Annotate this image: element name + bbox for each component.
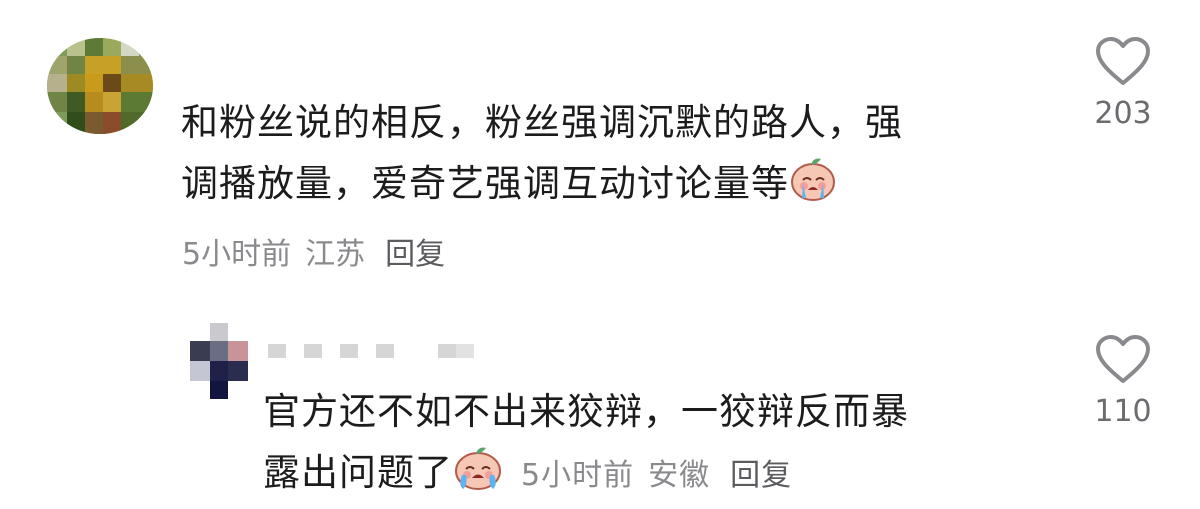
- like-count: 203: [1094, 96, 1152, 131]
- like-button[interactable]: 110: [1083, 334, 1163, 429]
- comment-text-line: 调播放量，爱奇艺强调互动讨论量等: [181, 153, 1051, 220]
- comment-time: 5小时前: [182, 237, 292, 272]
- comment-location: 江苏: [305, 237, 366, 272]
- crying-face-emoji: [453, 445, 503, 509]
- comment-location: 安徽: [648, 458, 711, 493]
- avatar[interactable]: [47, 38, 153, 134]
- avatar[interactable]: [190, 323, 248, 399]
- comment-text-line: 露出问题了 5小时前 安徽 回复: [263, 442, 1063, 509]
- username-obscured[interactable]: [268, 344, 478, 358]
- comment-time: 5小时前: [521, 458, 635, 493]
- comment-text: 官方还不如不出来狡辩，一狡辩反而暴 露出问题了 5小时前 安徽 回复: [263, 381, 1063, 509]
- heart-icon[interactable]: [1095, 334, 1151, 386]
- heart-icon[interactable]: [1095, 36, 1151, 88]
- reply-button[interactable]: 回复: [730, 458, 792, 493]
- comment-meta: 5小时前 江苏 回复: [182, 229, 459, 273]
- like-count: 110: [1094, 394, 1152, 429]
- comment-text-line: 官方还不如不出来狡辩，一狡辩反而暴: [263, 390, 909, 433]
- like-button[interactable]: 203: [1083, 36, 1163, 131]
- comment-text-line: 和粉丝说的相反，粉丝强调沉默的路人，强: [181, 101, 903, 144]
- crying-face-emoji: [789, 156, 837, 220]
- comment-meta: 5小时前 安徽 回复: [521, 458, 806, 493]
- reply-button[interactable]: 回复: [385, 237, 445, 272]
- comment-text: 和粉丝说的相反，粉丝强调沉默的路人，强 调播放量，爱奇艺强调互动讨论量等: [181, 92, 1051, 220]
